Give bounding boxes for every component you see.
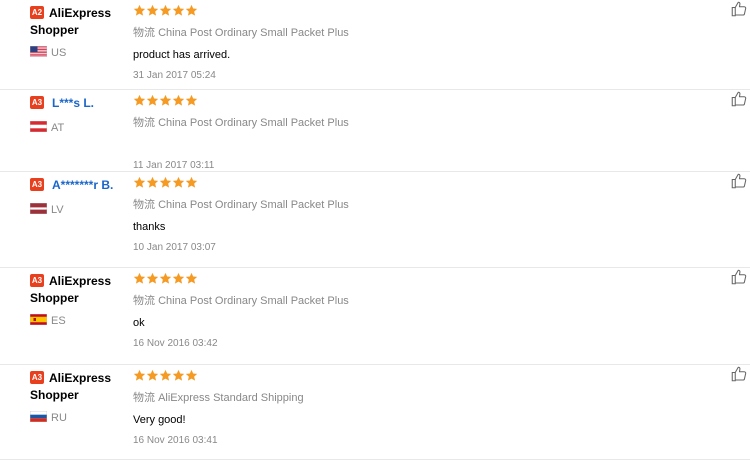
review-date: 11 Jan 2017 03:11 [133,160,215,171]
star-icon [185,272,198,289]
shipping-info: 物流 China Post Ordinary Small Packet Plus [133,292,673,308]
review-item: A3 A*******r B. LV 物流 China Post Ordinary… [0,172,750,268]
feedback-text: thanks [133,221,166,233]
buyer-level-badge: A3 [30,274,44,287]
buyer-level-badge: A3 [30,371,44,384]
star-rating [133,4,673,18]
buyer-info: A2 AliExpress Shopper US [30,4,130,59]
star-icon [159,272,172,289]
buyer-name-line2: Shopper [30,291,79,305]
review-item: A3 AliExpress Shopper ES 物流 China Post Or… [0,268,750,365]
star-icon [172,4,185,21]
star-icon [146,176,159,193]
star-icon [172,94,185,111]
star-rating [133,94,673,108]
review-date: 16 Nov 2016 03:41 [133,435,218,446]
star-icon [159,94,172,111]
shipping-label: 物流 [133,199,155,211]
review-item: A3 AliExpress Shopper RU 物流 AliExpress St… [0,365,750,460]
shipping-info: 物流 China Post Ordinary Small Packet Plus [133,24,673,40]
review-date: 10 Jan 2017 03:07 [133,242,216,253]
star-icon [172,272,185,289]
shipping-label: 物流 [133,27,155,39]
buyer-country: US [51,47,67,59]
star-icon [146,94,159,111]
star-icon [185,176,198,193]
shipping-info: 物流 China Post Ordinary Small Packet Plus [133,196,673,212]
buyer-name: AliExpress [49,371,112,385]
country-flag-icon [30,46,47,57]
buyer-level-badge: A3 [30,96,44,109]
shipping-label: 物流 [133,117,155,129]
review-date: 31 Jan 2017 05:24 [133,70,216,81]
shipping-info: 物流 China Post Ordinary Small Packet Plus [133,114,673,130]
star-icon [133,176,146,193]
star-icon [133,4,146,21]
star-icon [146,4,159,21]
thumbs-up-icon[interactable] [730,0,748,18]
country-flag-icon [30,411,47,422]
buyer-country: RU [51,412,67,424]
buyer-name-line2: Shopper [30,23,79,37]
shipping-label: 物流 [133,392,155,404]
star-icon [159,4,172,21]
review-content: 物流 China Post Ordinary Small Packet Plus… [133,272,673,349]
review-content: 物流 China Post Ordinary Small Packet Plus… [133,4,673,81]
star-icon [146,272,159,289]
star-icon [159,176,172,193]
buyer-country: AT [51,122,65,134]
thumbs-up-icon[interactable] [730,365,748,383]
feedback-text [133,139,673,152]
buyer-level-badge: A2 [30,6,44,19]
shipping-method: AliExpress Standard Shipping [158,392,304,404]
review-item: A2 AliExpress Shopper US 物流 China Post Or… [0,0,750,90]
star-icon [159,369,172,386]
shipping-method: China Post Ordinary Small Packet Plus [158,117,349,129]
review-content: 物流 China Post Ordinary Small Packet Plus… [133,94,673,171]
buyer-name-line2: Shopper [30,388,79,402]
star-icon [172,176,185,193]
buyer-country: ES [51,315,66,327]
buyer-name: AliExpress [49,6,112,20]
thumbs-up-icon[interactable] [730,90,748,108]
star-rating [133,369,673,383]
star-icon [133,369,146,386]
country-flag-icon [30,121,47,132]
shipping-method: China Post Ordinary Small Packet Plus [158,27,349,39]
thumbs-up-icon[interactable] [730,172,748,190]
shipping-method: China Post Ordinary Small Packet Plus [158,199,349,211]
star-icon [133,272,146,289]
review-content: 物流 China Post Ordinary Small Packet Plus… [133,176,673,253]
country-flag-icon [30,203,47,214]
star-icon [146,369,159,386]
buyer-level-badge: A3 [30,178,44,191]
star-rating [133,176,673,190]
star-icon [133,94,146,111]
buyer-country: LV [51,204,64,216]
feedback-text: Very good! [133,414,186,426]
star-icon [185,369,198,386]
feedback-text: ok [133,317,145,329]
feedback-text: product has arrived. [133,49,231,61]
buyer-info: A3 L***s L. AT [30,94,130,134]
buyer-info: A3 A*******r B. LV [30,176,130,216]
shipping-label: 物流 [133,295,155,307]
star-icon [185,4,198,21]
review-content: 物流 AliExpress Standard Shipping Very goo… [133,369,673,446]
star-icon [172,369,185,386]
star-icon [185,94,198,111]
star-rating [133,272,673,286]
country-flag-icon [30,314,47,325]
buyer-name[interactable]: L***s L. [52,96,94,110]
thumbs-up-icon[interactable] [730,268,748,286]
shipping-method: China Post Ordinary Small Packet Plus [158,295,349,307]
buyer-info: A3 AliExpress Shopper RU [30,369,130,424]
buyer-info: A3 AliExpress Shopper ES [30,272,130,327]
buyer-name[interactable]: A*******r B. [52,178,113,192]
review-date: 16 Nov 2016 03:42 [133,338,218,349]
review-item: A3 L***s L. AT 物流 China Post Ordinary Sma… [0,90,750,172]
shipping-info: 物流 AliExpress Standard Shipping [133,389,673,405]
buyer-name: AliExpress [49,274,112,288]
